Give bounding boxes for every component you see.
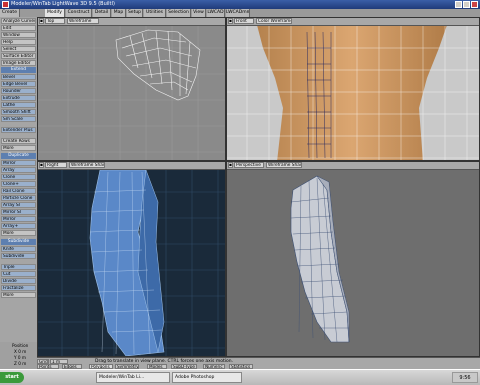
- section-subdivide: Subdivide: [1, 239, 36, 245]
- tool-window[interactable]: Window: [1, 32, 36, 38]
- tool-edge-bevel[interactable]: Edge Bevel: [1, 81, 36, 87]
- tool-mirror-2[interactable]: Mirror: [1, 216, 36, 222]
- tool-divide[interactable]: Divide: [1, 278, 36, 284]
- viewport-right[interactable]: ▪ Right Wireframe Shade: [37, 161, 226, 357]
- render-mode-select-top[interactable]: Wireframe: [67, 18, 99, 24]
- view-type-select-right[interactable]: Right: [45, 162, 67, 168]
- tool-array[interactable]: Array: [1, 167, 36, 173]
- viewport-perspective[interactable]: ▪ Perspective Wireframe Shade: [226, 161, 480, 357]
- tool-array-plus[interactable]: Array+: [1, 223, 36, 229]
- tab-construct[interactable]: Construct: [66, 9, 92, 17]
- minimize-button[interactable]: [455, 1, 462, 8]
- tab-modify[interactable]: Modify: [45, 9, 65, 17]
- tab-selection[interactable]: Selection: [167, 9, 191, 17]
- tab-map[interactable]: Map: [112, 9, 126, 17]
- window-title: Modeler/WinTab LightWave 3D 9.5 (BuiltI): [11, 1, 115, 7]
- position-y: Y 0 m: [14, 355, 26, 360]
- tool-lathe[interactable]: Lathe: [1, 102, 36, 108]
- maximize-button[interactable]: [463, 1, 470, 8]
- maximize-viewport-icon[interactable]: ▪: [39, 162, 44, 168]
- close-button[interactable]: [471, 1, 478, 8]
- viewport-front[interactable]: ▪ Front Color Wireframe: [226, 17, 480, 161]
- front-view-canvas: [227, 25, 479, 160]
- tool-create-rows[interactable]: Create Rows: [1, 138, 36, 144]
- viewport-top-header: ▪ Top Wireframe: [38, 18, 225, 26]
- start-button[interactable]: start: [0, 372, 24, 383]
- tool-clone-plus[interactable]: Clone+: [1, 181, 36, 187]
- tool-help[interactable]: Help: [1, 39, 36, 45]
- view-type-select-perspective[interactable]: Perspective: [234, 162, 264, 168]
- task-photoshop[interactable]: Adobe Photoshop: [172, 372, 242, 383]
- tool-mirror[interactable]: Mirror: [1, 160, 36, 166]
- tab-utilities[interactable]: Utilities: [144, 9, 166, 17]
- maximize-viewport-icon[interactable]: ▪: [228, 162, 233, 168]
- task-modeler[interactable]: Modeler/WinTab Li...: [96, 372, 170, 383]
- app-icon: [2, 1, 9, 8]
- tool-mirror-sl[interactable]: Mirror Sl: [1, 209, 36, 215]
- tab-detail[interactable]: Detail: [93, 9, 111, 17]
- tab-setup[interactable]: Setup: [127, 9, 143, 17]
- position-z: Z 0 m: [14, 361, 27, 366]
- tool-smooth-shift[interactable]: Smooth Shift: [1, 109, 36, 115]
- menu-tab-bar: Create Modify Construct Detail Map Setup…: [0, 9, 480, 17]
- tool-fractalize[interactable]: Fractalize: [1, 285, 36, 291]
- viewport-front-header: ▪ Front Color Wireframe: [227, 18, 479, 26]
- right-view-canvas: [38, 169, 225, 356]
- toolbox-panel: Analyze Curves Edit Window Help Select S…: [0, 17, 38, 369]
- tool-rounder[interactable]: Rounder: [1, 88, 36, 94]
- title-bar: Modeler/WinTab LightWave 3D 9.5 (BuiltI): [0, 0, 480, 9]
- position-x: X 0 m: [14, 349, 27, 354]
- section-extend: Extend: [1, 67, 36, 73]
- render-mode-select-right[interactable]: Wireframe Shade: [69, 162, 105, 168]
- tab-lwcadmm[interactable]: LWCADmm: [226, 9, 250, 17]
- maximize-viewport-icon[interactable]: ▪: [39, 18, 44, 24]
- view-type-select-front[interactable]: Front: [234, 18, 254, 24]
- tool-edit[interactable]: Edit: [1, 25, 36, 31]
- tool-more-duplicate[interactable]: More: [1, 230, 36, 236]
- tool-analyze-curves[interactable]: Analyze Curves: [1, 18, 36, 24]
- section-duplicate: Duplicate: [1, 153, 36, 159]
- tool-rail-clone[interactable]: Rail Clone: [1, 188, 36, 194]
- top-view-canvas: [38, 25, 225, 160]
- tool-knife[interactable]: Knife: [1, 246, 36, 252]
- os-taskbar: start Modeler/WinTab Li... Adobe Photosh…: [0, 369, 480, 385]
- tool-array-sl[interactable]: Array Sl: [1, 202, 36, 208]
- render-mode-select-front[interactable]: Color Wireframe: [256, 18, 292, 24]
- tool-sm-scale[interactable]: Sm Scale: [1, 116, 36, 122]
- tab-lwcad[interactable]: LWCAD: [207, 9, 225, 17]
- tool-extrude[interactable]: Extrude: [1, 95, 36, 101]
- maximize-viewport-icon[interactable]: ▪: [228, 18, 233, 24]
- tool-particle-clone[interactable]: Particle Clone: [1, 195, 36, 201]
- tool-image-editor[interactable]: Image Editor: [1, 60, 36, 66]
- tab-create[interactable]: Create: [0, 9, 20, 17]
- taskbar-clock: 9:56: [452, 372, 478, 383]
- viewport-top[interactable]: ▪ Top Wireframe: [37, 17, 226, 161]
- tool-cut[interactable]: Cut: [1, 271, 36, 277]
- render-mode-select-perspective[interactable]: Wireframe Shade: [266, 162, 302, 168]
- viewport-right-header: ▪ Right Wireframe Shade: [38, 162, 225, 170]
- tool-triple[interactable]: Triple: [1, 264, 36, 270]
- viewport-perspective-header: ▪ Perspective Wireframe Shade: [227, 162, 479, 170]
- tab-view[interactable]: View: [192, 9, 206, 17]
- position-label: Position: [12, 343, 29, 348]
- tool-surface-editor[interactable]: Surface Editor: [1, 53, 36, 59]
- tool-select[interactable]: Select: [1, 46, 36, 52]
- view-type-select-top[interactable]: Top: [45, 18, 65, 24]
- position-readout: Position X 0 m Y 0 m Z 0 m: [0, 342, 37, 369]
- tool-subdivide[interactable]: Subdivide: [1, 253, 36, 259]
- tool-more-subdivide[interactable]: More: [1, 292, 36, 298]
- tool-more-extend[interactable]: More: [1, 145, 36, 151]
- perspective-view-canvas: [290, 175, 350, 343]
- tool-bevel[interactable]: Bevel: [1, 74, 36, 80]
- tool-extender-plus[interactable]: Extender Plus: [1, 127, 36, 133]
- tool-clone[interactable]: Clone: [1, 174, 36, 180]
